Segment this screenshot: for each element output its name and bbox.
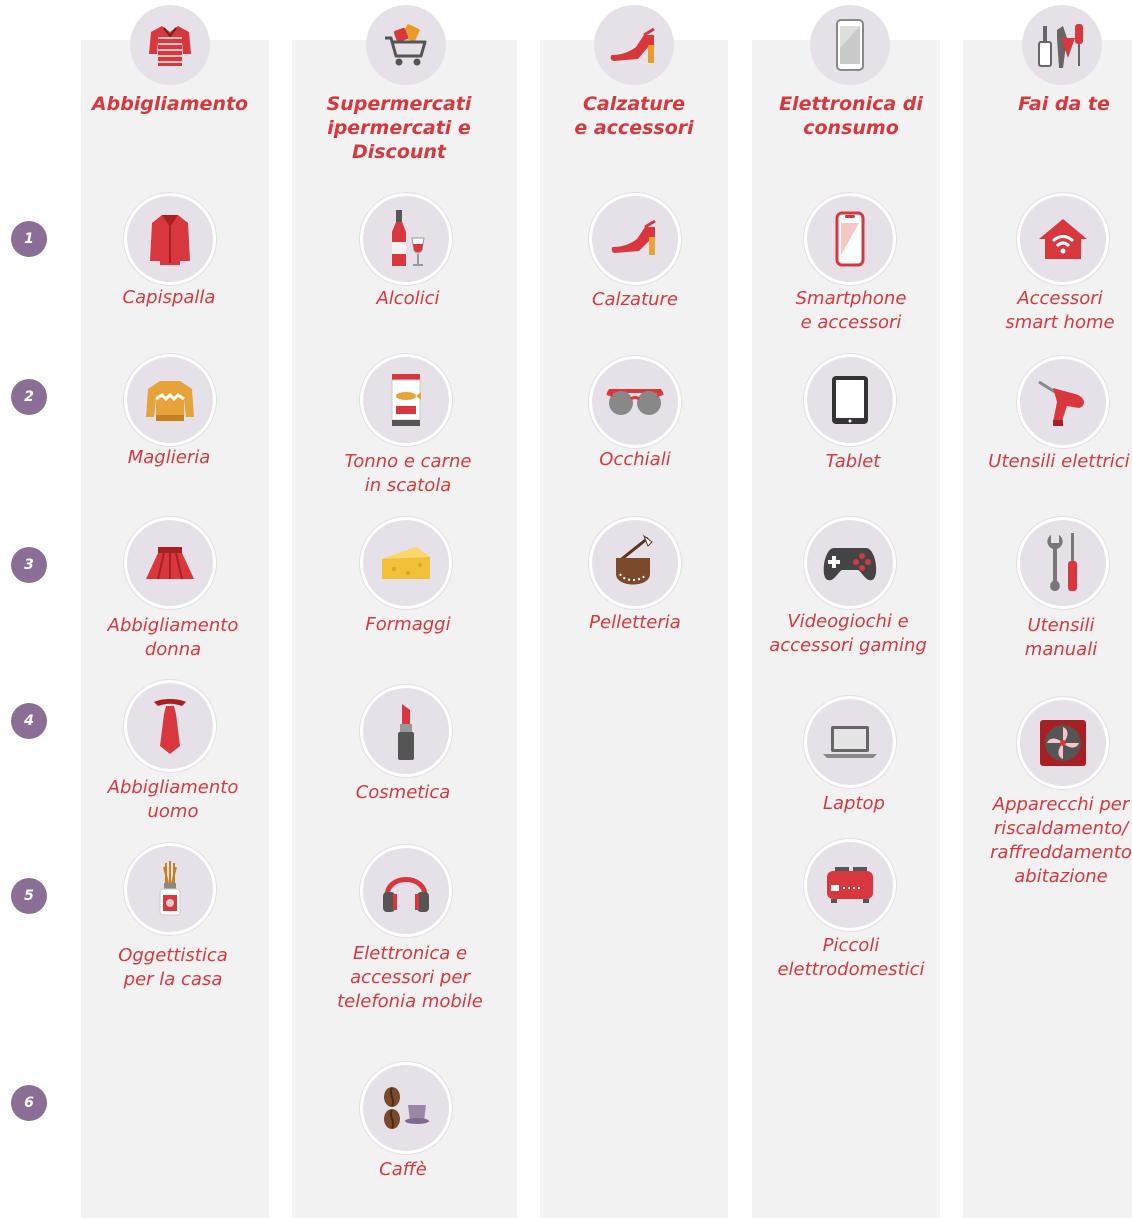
smart-home-icon [1020, 196, 1106, 282]
rank-badge-5: 5 [11, 878, 47, 914]
item-tablet: Tablet [825, 451, 881, 472]
phone-icon [810, 5, 890, 85]
bag-icon [592, 520, 678, 606]
item-laptop: Laptop [823, 793, 885, 814]
sweater-icon [130, 5, 210, 85]
item-abbigliamento-uomo: Abbigliamento uomo [107, 777, 239, 822]
laptop-icon [807, 699, 893, 785]
coat-icon [127, 196, 213, 282]
sunglasses-icon [592, 359, 678, 445]
toaster-icon [807, 842, 893, 928]
wrench-screwdriver-icon [1020, 520, 1106, 606]
item-formaggi: Formaggi [365, 614, 451, 635]
item-apparecchi-riscaldamento: Apparecchi per riscaldamento/ raffreddam… [990, 794, 1132, 887]
item-utensili-elettrici: Utensili elettrici [988, 451, 1130, 472]
canned-fish-icon [363, 357, 449, 443]
diffuser-icon [127, 846, 213, 932]
cheese-icon [363, 520, 449, 606]
tools-icon [1022, 5, 1102, 85]
item-abbigliamento-donna: Abbigliamento donna [107, 615, 239, 660]
gamepad-icon [807, 520, 893, 606]
rank-badge-1: 1 [11, 221, 47, 257]
item-cosmetica: Cosmetica [355, 782, 451, 803]
rank-badge-4: 4 [11, 703, 47, 739]
rank-badge-3: 3 [11, 547, 47, 583]
item-tonno: Tonno e carne in scatola [344, 451, 472, 496]
wine-icon [363, 196, 449, 282]
item-piccoli-elettrodomestici: Piccoli elettrodomestici [777, 935, 925, 980]
coffee-icon [363, 1065, 449, 1151]
item-alcolici: Alcolici [376, 288, 440, 309]
category-title-abbigliamento: Abbigliamento [91, 93, 249, 115]
item-accessori-smart-home: Accessori smart home [1005, 288, 1115, 333]
item-calzature: Calzature [591, 289, 679, 310]
rank-badge-6: 6 [11, 1085, 47, 1121]
tablet-icon [807, 357, 893, 443]
rank-badge-2: 2 [11, 379, 47, 415]
drill-icon [1020, 359, 1106, 445]
item-capispalla: Capispalla [122, 287, 216, 308]
item-utensili-manuali: Utensili manuali [1024, 615, 1098, 660]
shoe-icon [592, 196, 678, 282]
category-title-calzature: Calzature e accessori [574, 93, 694, 139]
fan-heater-icon [1020, 700, 1106, 786]
category-title-elettronica: Elettronica di consumo [779, 93, 923, 139]
item-videogiochi: Videogiochi e accessori gaming [769, 611, 927, 656]
item-caffe: Caffè [379, 1159, 427, 1180]
high-heel-icon [594, 5, 674, 85]
lipstick-icon [363, 688, 449, 774]
item-maglieria: Maglieria [127, 447, 211, 468]
shopping-cart-icon [366, 5, 446, 85]
category-title-supermercati: Supermercati ipermercati e Discount [326, 93, 472, 163]
item-pelletteria: Pelletteria [589, 612, 681, 633]
skirt-icon [127, 520, 213, 606]
category-title-fai-da-te: Fai da te [1018, 93, 1110, 115]
item-occhiali: Occhiali [599, 449, 671, 470]
smartphone-icon [807, 196, 893, 282]
tie-icon [127, 683, 213, 769]
pullover-icon [127, 357, 213, 443]
headphones-icon [363, 848, 449, 934]
item-smartphone: Smartphone e accessori [795, 288, 907, 333]
item-elettronica-mobile: Elettronica e accessori per telefonia mo… [337, 943, 483, 1012]
item-oggettistica: Oggettistica per la casa [118, 945, 228, 990]
